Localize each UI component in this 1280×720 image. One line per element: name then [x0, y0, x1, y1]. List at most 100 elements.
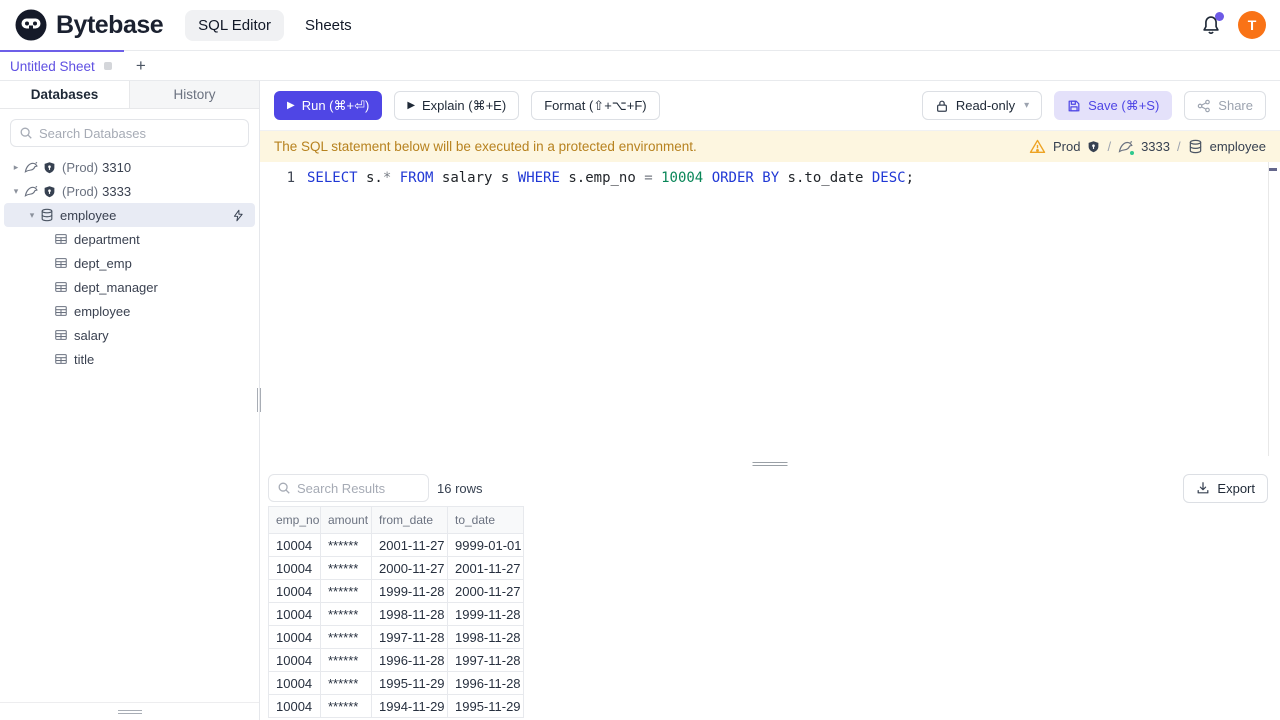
database-search[interactable] — [10, 119, 249, 147]
result-cell[interactable]: 10004 — [268, 648, 321, 672]
column-header-from_date[interactable]: from_date — [371, 506, 448, 534]
result-row[interactable]: 10004 ****** 1995-11-29 1996-11-28 — [268, 671, 524, 695]
result-cell[interactable]: ****** — [320, 625, 372, 649]
result-cell[interactable]: ****** — [320, 579, 372, 603]
result-cell[interactable]: 10004 — [268, 694, 321, 718]
avatar[interactable]: T — [1238, 11, 1266, 39]
tree-item-database-employee[interactable]: ▾ employee — [4, 203, 255, 227]
result-row[interactable]: 10004 ****** 1998-11-28 1999-11-28 — [268, 602, 524, 626]
nav-sheets[interactable]: Sheets — [292, 10, 365, 41]
result-cell[interactable]: 1997-11-28 — [371, 625, 448, 649]
table-icon — [54, 328, 68, 342]
search-databases-input[interactable] — [39, 125, 240, 141]
result-cell[interactable]: 10004 — [268, 671, 321, 695]
result-cell[interactable]: 9999-01-01 — [447, 533, 524, 557]
tree-item-table-title[interactable]: title — [0, 347, 259, 371]
result-cell[interactable]: 10004 — [268, 625, 321, 649]
result-cell[interactable]: ****** — [320, 671, 372, 695]
result-cell[interactable]: 1998-11-28 — [371, 602, 448, 626]
tab-history[interactable]: History — [130, 81, 259, 108]
result-row[interactable]: 10004 ****** 1994-11-29 1995-11-29 — [268, 694, 524, 718]
result-cell[interactable]: 2001-11-27 — [447, 556, 524, 580]
play-icon: ▶ — [287, 100, 295, 111]
run-button[interactable]: ▶ Run (⌘+⏎) — [274, 91, 383, 120]
explain-button[interactable]: ▶ Explain (⌘+E) — [394, 91, 520, 120]
bytebase-logo[interactable]: Bytebase — [14, 8, 164, 42]
save-icon — [1067, 99, 1081, 113]
environment-label[interactable]: Prod — [1053, 139, 1080, 154]
caret-icon[interactable]: ▾ — [8, 186, 24, 197]
tree-item-table-dept_manager[interactable]: dept_manager — [0, 275, 259, 299]
sheet-tab-strip: Untitled Sheet + — [0, 50, 1280, 81]
instance-name: 3310 — [102, 159, 132, 175]
results-search[interactable] — [268, 474, 429, 502]
result-row[interactable]: 10004 ****** 1997-11-28 1998-11-28 — [268, 625, 524, 649]
result-cell[interactable]: 1996-11-28 — [371, 648, 448, 672]
result-cell[interactable]: ****** — [320, 694, 372, 718]
result-row[interactable]: 10004 ****** 1996-11-28 1997-11-28 — [268, 648, 524, 672]
panel-resize-handle[interactable] — [752, 460, 788, 468]
tree-item-instance-3310[interactable]: ▸ (Prod) 3310 — [0, 155, 259, 179]
result-cell[interactable]: 10004 — [268, 602, 321, 626]
sql-editor[interactable]: 1 SELECT s.* FROM salary s WHERE s.emp_n… — [260, 162, 1280, 456]
sidebar-bottom-resize-handle[interactable] — [118, 708, 142, 716]
result-cell[interactable]: 1995-11-29 — [371, 671, 448, 695]
zap-icon[interactable] — [232, 209, 245, 222]
result-cell[interactable]: 10004 — [268, 579, 321, 603]
caret-icon[interactable]: ▾ — [24, 210, 40, 221]
result-cell[interactable]: 2000-11-27 — [447, 579, 524, 603]
result-row[interactable]: 10004 ****** 2001-11-27 9999-01-01 — [268, 533, 524, 557]
result-cell[interactable]: 1995-11-29 — [447, 694, 524, 718]
result-cell[interactable]: 2001-11-27 — [371, 533, 448, 557]
table-icon — [54, 232, 68, 246]
bytebase-logo-icon — [14, 8, 48, 42]
tree-item-table-salary[interactable]: salary — [0, 323, 259, 347]
result-row[interactable]: 10004 ****** 1999-11-28 2000-11-27 — [268, 579, 524, 603]
notifications-button[interactable] — [1200, 12, 1224, 36]
result-cell[interactable]: 10004 — [268, 556, 321, 580]
result-cell[interactable]: 1999-11-28 — [447, 602, 524, 626]
instance-label[interactable]: 3333 — [1141, 139, 1170, 154]
tab-untitled-sheet[interactable]: Untitled Sheet — [0, 50, 124, 80]
result-cell[interactable]: 1994-11-29 — [371, 694, 448, 718]
export-button[interactable]: Export — [1183, 473, 1268, 503]
save-button[interactable]: Save (⌘+S) — [1054, 91, 1173, 120]
result-cell[interactable]: 1997-11-28 — [447, 648, 524, 672]
tree-item-table-department[interactable]: department — [0, 227, 259, 251]
result-cell[interactable]: ****** — [320, 556, 372, 580]
code-line[interactable]: 1 SELECT s.* FROM salary s WHERE s.emp_n… — [260, 169, 1280, 188]
tree-item-table-dept_emp[interactable]: dept_emp — [0, 251, 259, 275]
column-header-to_date[interactable]: to_date — [447, 506, 524, 534]
search-icon — [277, 481, 291, 495]
format-button[interactable]: Format (⇧+⌥+F) — [531, 91, 660, 120]
column-header-amount[interactable]: amount — [320, 506, 372, 534]
editor-overview-mark — [1269, 168, 1277, 171]
result-cell[interactable]: 10004 — [268, 533, 321, 557]
share-button[interactable]: Share — [1184, 91, 1266, 120]
result-cell[interactable]: ****** — [320, 648, 372, 672]
search-results-input[interactable] — [297, 480, 420, 496]
breadcrumb-separator: / — [1177, 139, 1181, 154]
result-cell[interactable]: 1996-11-28 — [447, 671, 524, 695]
sidebar-resize-handle[interactable] — [257, 388, 262, 412]
nav-sql-editor[interactable]: SQL Editor — [185, 9, 284, 41]
sql-code[interactable]: SELECT s.* FROM salary s WHERE s.emp_no … — [307, 169, 914, 188]
tab-databases[interactable]: Databases — [0, 81, 130, 108]
table-name: department — [74, 231, 140, 247]
table-icon — [54, 280, 68, 294]
column-header-emp_no[interactable]: emp_no — [268, 506, 321, 534]
result-row[interactable]: 10004 ****** 2000-11-27 2001-11-27 — [268, 556, 524, 580]
editor-scrollbar-gutter[interactable] — [1268, 162, 1269, 456]
tree-item-table-employee[interactable]: employee — [0, 299, 259, 323]
result-cell[interactable]: 1998-11-28 — [447, 625, 524, 649]
caret-icon[interactable]: ▸ — [8, 162, 24, 173]
tree-item-instance-3333[interactable]: ▾ (Prod) 3333 — [0, 179, 259, 203]
add-sheet-button[interactable]: + — [124, 51, 158, 80]
result-cell[interactable]: ****** — [320, 602, 372, 626]
mysql-icon — [24, 184, 39, 199]
result-cell[interactable]: 1999-11-28 — [371, 579, 448, 603]
result-cell[interactable]: 2000-11-27 — [371, 556, 448, 580]
database-label[interactable]: employee — [1210, 139, 1266, 154]
readonly-mode-button[interactable]: Read-only ▾ — [921, 91, 1043, 120]
result-cell[interactable]: ****** — [320, 533, 372, 557]
